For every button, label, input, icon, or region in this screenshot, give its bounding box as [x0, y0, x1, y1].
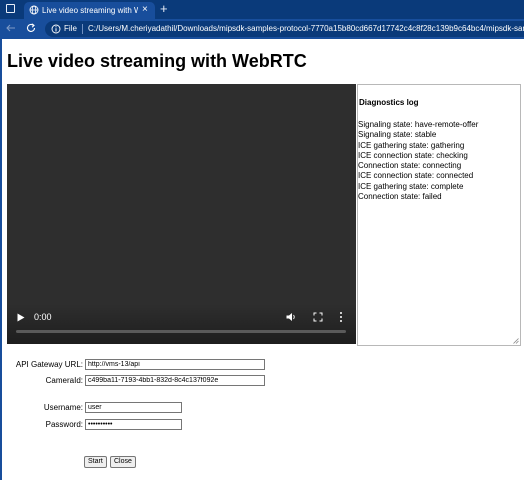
start-button[interactable]: Start — [84, 456, 107, 468]
username-input[interactable] — [85, 402, 182, 413]
log-line: Connection state: failed — [358, 192, 442, 202]
log-line: Signaling state: stable — [358, 130, 437, 140]
diagnostics-log[interactable]: Diagnostics log Signaling state: have-re… — [357, 84, 521, 346]
more-options-icon[interactable] — [339, 311, 343, 323]
video-time: 0:00 — [34, 312, 52, 322]
username-label: Username: — [43, 403, 83, 412]
close-tab-icon[interactable]: × — [142, 4, 148, 16]
log-line: ICE gathering state: gathering — [358, 140, 465, 150]
api-gateway-label: API Gateway URL: — [15, 360, 83, 369]
globe-icon — [29, 5, 39, 15]
password-input[interactable] — [85, 419, 182, 430]
video-controls-shade — [7, 304, 356, 344]
fullscreen-icon[interactable] — [313, 312, 323, 322]
volume-icon[interactable] — [286, 312, 297, 322]
play-icon[interactable] — [17, 313, 25, 322]
reload-icon[interactable] — [25, 22, 37, 34]
url-text[interactable]: C:/Users/M.cheriyadathil/Downloads/mipsd… — [88, 23, 524, 35]
seek-bar[interactable] — [16, 330, 346, 333]
api-gateway-input[interactable] — [85, 359, 265, 370]
password-label: Password: — [45, 420, 83, 429]
address-scheme-label: File — [64, 24, 77, 33]
browser-tab[interactable]: Live video streaming with WebRTC × — [24, 2, 155, 19]
camera-id-input[interactable] — [85, 375, 265, 386]
browser-tab-bar: Live video streaming with WebRTC × + — [0, 0, 524, 19]
diagnostics-lines: Signaling state: have-remote-offer Signa… — [358, 120, 478, 202]
back-arrow-icon[interactable] — [5, 22, 17, 34]
window-menu-icon[interactable] — [6, 4, 15, 13]
info-icon[interactable] — [51, 24, 61, 34]
camera-id-label: CameraId: — [45, 376, 83, 385]
address-bar[interactable]: File C:/Users/M.cheriyadathil/Downloads/… — [45, 21, 524, 37]
diagnostics-title: Diagnostics log — [359, 98, 419, 107]
new-tab-button[interactable]: + — [160, 1, 168, 16]
log-line: ICE connection state: connected — [358, 171, 474, 181]
video-player[interactable]: 0:00 — [7, 84, 356, 344]
page-content: Live video streaming with WebRTC 0:00 Di… — [0, 39, 524, 480]
resize-handle-icon[interactable] — [513, 338, 519, 344]
browser-toolbar: File C:/Users/M.cheriyadathil/Downloads/… — [0, 19, 524, 39]
page-title: Live video streaming with WebRTC — [7, 51, 307, 71]
log-line: Connection state: connecting — [358, 161, 462, 171]
close-button[interactable]: Close — [110, 456, 136, 468]
log-line: Signaling state: have-remote-offer — [358, 120, 479, 129]
log-line: ICE connection state: checking — [358, 150, 468, 160]
log-line: ICE gathering state: complete — [358, 181, 464, 191]
address-separator — [82, 24, 83, 34]
tab-title: Live video streaming with WebRTC — [42, 6, 138, 15]
